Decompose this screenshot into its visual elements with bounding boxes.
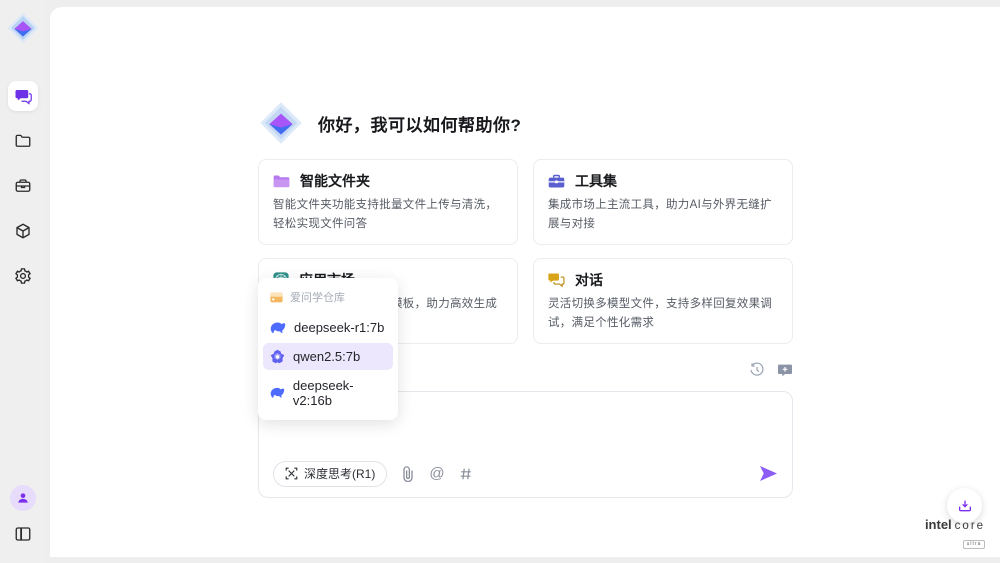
download-icon <box>957 498 973 514</box>
user-avatar[interactable] <box>10 485 36 511</box>
deepseek-logo-icon <box>270 387 285 399</box>
at-icon[interactable]: @ <box>429 465 444 482</box>
folder-icon <box>273 174 290 189</box>
card-conversation[interactable]: 对话 灵活切换多模型文件，支持多样回复效果调试，满足个性化需求 <box>533 258 793 344</box>
qwen-logo-icon <box>270 349 285 364</box>
model-dropdown: 爱问学仓库 deepseek-r1:7b qwen2.5:7b deepseek… <box>258 278 398 420</box>
card-title: 对话 <box>575 270 603 290</box>
chat-bubbles-icon <box>548 272 565 287</box>
cube-icon <box>14 222 32 240</box>
sidebar-item-toolbox[interactable] <box>8 171 38 201</box>
card-description: 灵活切换多模型文件，支持多样回复效果调试，满足个性化需求 <box>548 295 778 333</box>
send-icon[interactable] <box>759 465 778 482</box>
card-description: 智能文件夹功能支持批量文件上传与清洗，轻松实现文件问答 <box>273 196 503 234</box>
card-title: 智能文件夹 <box>300 171 370 191</box>
hash-icon[interactable] <box>459 467 473 481</box>
briefcase-icon <box>548 174 565 189</box>
repository-icon <box>270 292 283 303</box>
app-window: 你好，我可以如何帮助你? 智能文件夹 智能文件夹功能支持批量文件上传与清洗，轻松… <box>0 0 1000 563</box>
intel-core-badge: intelcore ultra <box>920 517 990 550</box>
sidebar-item-chat[interactable] <box>8 81 38 111</box>
ultra-badge: ultra <box>963 540 986 549</box>
sidebar <box>0 0 46 563</box>
main-panel: 你好，我可以如何帮助你? 智能文件夹 智能文件夹功能支持批量文件上传与清洗，轻松… <box>50 7 1000 557</box>
card-title: 工具集 <box>575 171 617 191</box>
greeting-logo-icon <box>258 100 304 146</box>
gear-icon <box>14 267 32 285</box>
deep-think-toggle[interactable]: 深度思考(R1) <box>273 461 387 487</box>
deepseek-logo-icon <box>270 322 286 334</box>
deep-think-label: 深度思考(R1) <box>304 465 375 482</box>
sidebar-item-folders[interactable] <box>8 126 38 156</box>
card-toolset[interactable]: 工具集 集成市场上主流工具，助力AI与外界无缝扩展与对接 <box>533 159 793 245</box>
new-chat-icon[interactable] <box>777 362 793 378</box>
core-wordmark: core <box>955 520 985 532</box>
chat-icon <box>14 87 32 105</box>
history-icon[interactable] <box>749 362 765 378</box>
layout-panel-icon <box>14 525 32 543</box>
folder-icon <box>14 132 32 150</box>
sidebar-item-settings[interactable] <box>8 261 38 291</box>
app-logo-icon[interactable] <box>6 11 40 45</box>
model-dropdown-header: 爱问学仓库 <box>263 284 393 312</box>
briefcase-icon <box>14 177 32 195</box>
sidebar-item-models[interactable] <box>8 216 38 246</box>
model-option-deepseek-r1[interactable]: deepseek-r1:7b <box>263 314 393 341</box>
model-option-deepseek-v2[interactable]: deepseek-v2:16b <box>263 372 393 414</box>
card-smart-folder[interactable]: 智能文件夹 智能文件夹功能支持批量文件上传与清洗，轻松实现文件问答 <box>258 159 518 245</box>
person-icon <box>16 491 30 505</box>
greeting-title: 你好，我可以如何帮助你? <box>318 111 521 136</box>
deep-think-icon <box>285 467 298 480</box>
collapse-sidebar-button[interactable] <box>10 521 36 547</box>
greeting: 你好，我可以如何帮助你? <box>258 100 793 146</box>
paperclip-icon[interactable] <box>401 466 415 482</box>
intel-wordmark: intel <box>925 517 952 532</box>
card-description: 集成市场上主流工具，助力AI与外界无缝扩展与对接 <box>548 196 778 234</box>
model-option-qwen[interactable]: qwen2.5:7b <box>263 343 393 370</box>
